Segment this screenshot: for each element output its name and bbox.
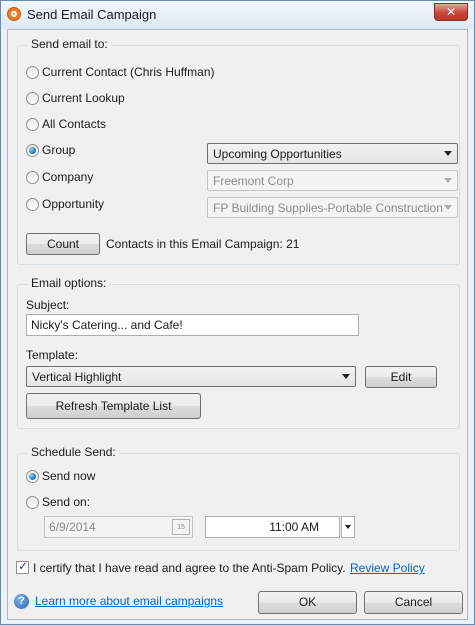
dialog-body: Send email to: Current Contact (Chris Hu… xyxy=(7,29,468,620)
title-bar[interactable]: Send Email Campaign ✕ xyxy=(1,1,474,29)
send-email-campaign-dialog: Send Email Campaign ✕ Send email to: Cur… xyxy=(0,0,475,625)
review-policy-link[interactable]: Review Policy xyxy=(350,561,425,575)
help-icon[interactable]: ? xyxy=(14,594,29,609)
radio-current-lookup[interactable] xyxy=(26,92,39,105)
radio-opportunity[interactable] xyxy=(26,198,39,211)
radio-send-now[interactable] xyxy=(26,470,39,483)
template-select-value: Vertical Highlight xyxy=(32,370,122,384)
chevron-down-icon xyxy=(345,525,351,529)
send-to-legend: Send email to: xyxy=(28,37,111,51)
radio-all-contacts-label: All Contacts xyxy=(42,117,107,131)
group-select-value: Upcoming Opportunities xyxy=(213,147,342,161)
radio-send-now-label: Send now xyxy=(42,469,96,483)
template-select[interactable]: Vertical Highlight xyxy=(26,366,356,387)
time-dropdown[interactable] xyxy=(341,516,355,538)
learn-more-link[interactable]: Learn more about email campaigns xyxy=(35,594,223,608)
window-title: Send Email Campaign xyxy=(27,7,157,22)
radio-send-on[interactable] xyxy=(26,496,39,509)
send-date-picker[interactable]: 6/9/2014 15 xyxy=(44,516,193,538)
refresh-template-list-button[interactable]: Refresh Template List xyxy=(26,393,201,419)
opportunity-select-value: FP Building Supplies-Portable Constructi… xyxy=(213,201,443,215)
radio-send-on-label: Send on: xyxy=(42,495,91,509)
group-select[interactable]: Upcoming Opportunities xyxy=(207,143,458,164)
chevron-down-icon xyxy=(444,205,452,210)
template-label: Template: xyxy=(26,348,79,362)
contacts-count-text: Contacts in this Email Campaign: 21 xyxy=(106,237,300,251)
radio-current-contact-label: Current Contact (Chris Huffman) xyxy=(42,65,215,79)
anti-spam-text: I certify that I have read and agree to … xyxy=(33,561,346,575)
company-select-value: Freemont Corp xyxy=(213,174,294,188)
edit-template-button[interactable]: Edit xyxy=(365,366,437,388)
schedule-send-legend: Schedule Send: xyxy=(28,445,119,459)
cancel-button[interactable]: Cancel xyxy=(364,591,463,614)
radio-company-label: Company xyxy=(42,170,94,184)
radio-current-contact[interactable] xyxy=(26,66,39,79)
company-select[interactable]: Freemont Corp xyxy=(207,170,458,191)
radio-company[interactable] xyxy=(26,171,39,184)
subject-input[interactable]: Nicky's Catering... and Cafe! xyxy=(26,314,359,336)
radio-group[interactable] xyxy=(26,144,39,157)
anti-spam-checkbox[interactable] xyxy=(16,559,29,574)
count-button[interactable]: Count xyxy=(26,233,100,255)
email-options-legend: Email options: xyxy=(28,276,110,290)
close-button[interactable]: ✕ xyxy=(434,3,468,21)
time-spinner[interactable] xyxy=(321,516,341,538)
radio-current-lookup-label: Current Lookup xyxy=(42,91,125,105)
subject-label: Subject: xyxy=(26,298,70,312)
app-logo-icon xyxy=(7,7,21,21)
opportunity-select[interactable]: FP Building Supplies-Portable Constructi… xyxy=(207,197,458,218)
chevron-down-icon xyxy=(342,374,350,379)
radio-opportunity-label: Opportunity xyxy=(42,197,105,211)
chevron-down-icon xyxy=(444,178,452,183)
ok-button[interactable]: OK xyxy=(258,591,357,614)
chevron-down-icon xyxy=(444,151,452,156)
radio-all-contacts[interactable] xyxy=(26,118,39,131)
calendar-icon[interactable]: 15 xyxy=(172,519,190,535)
radio-group-label: Group xyxy=(42,143,76,157)
send-date-value: 6/9/2014 xyxy=(49,520,96,534)
send-time-input[interactable]: 11:00 AM xyxy=(205,516,340,538)
